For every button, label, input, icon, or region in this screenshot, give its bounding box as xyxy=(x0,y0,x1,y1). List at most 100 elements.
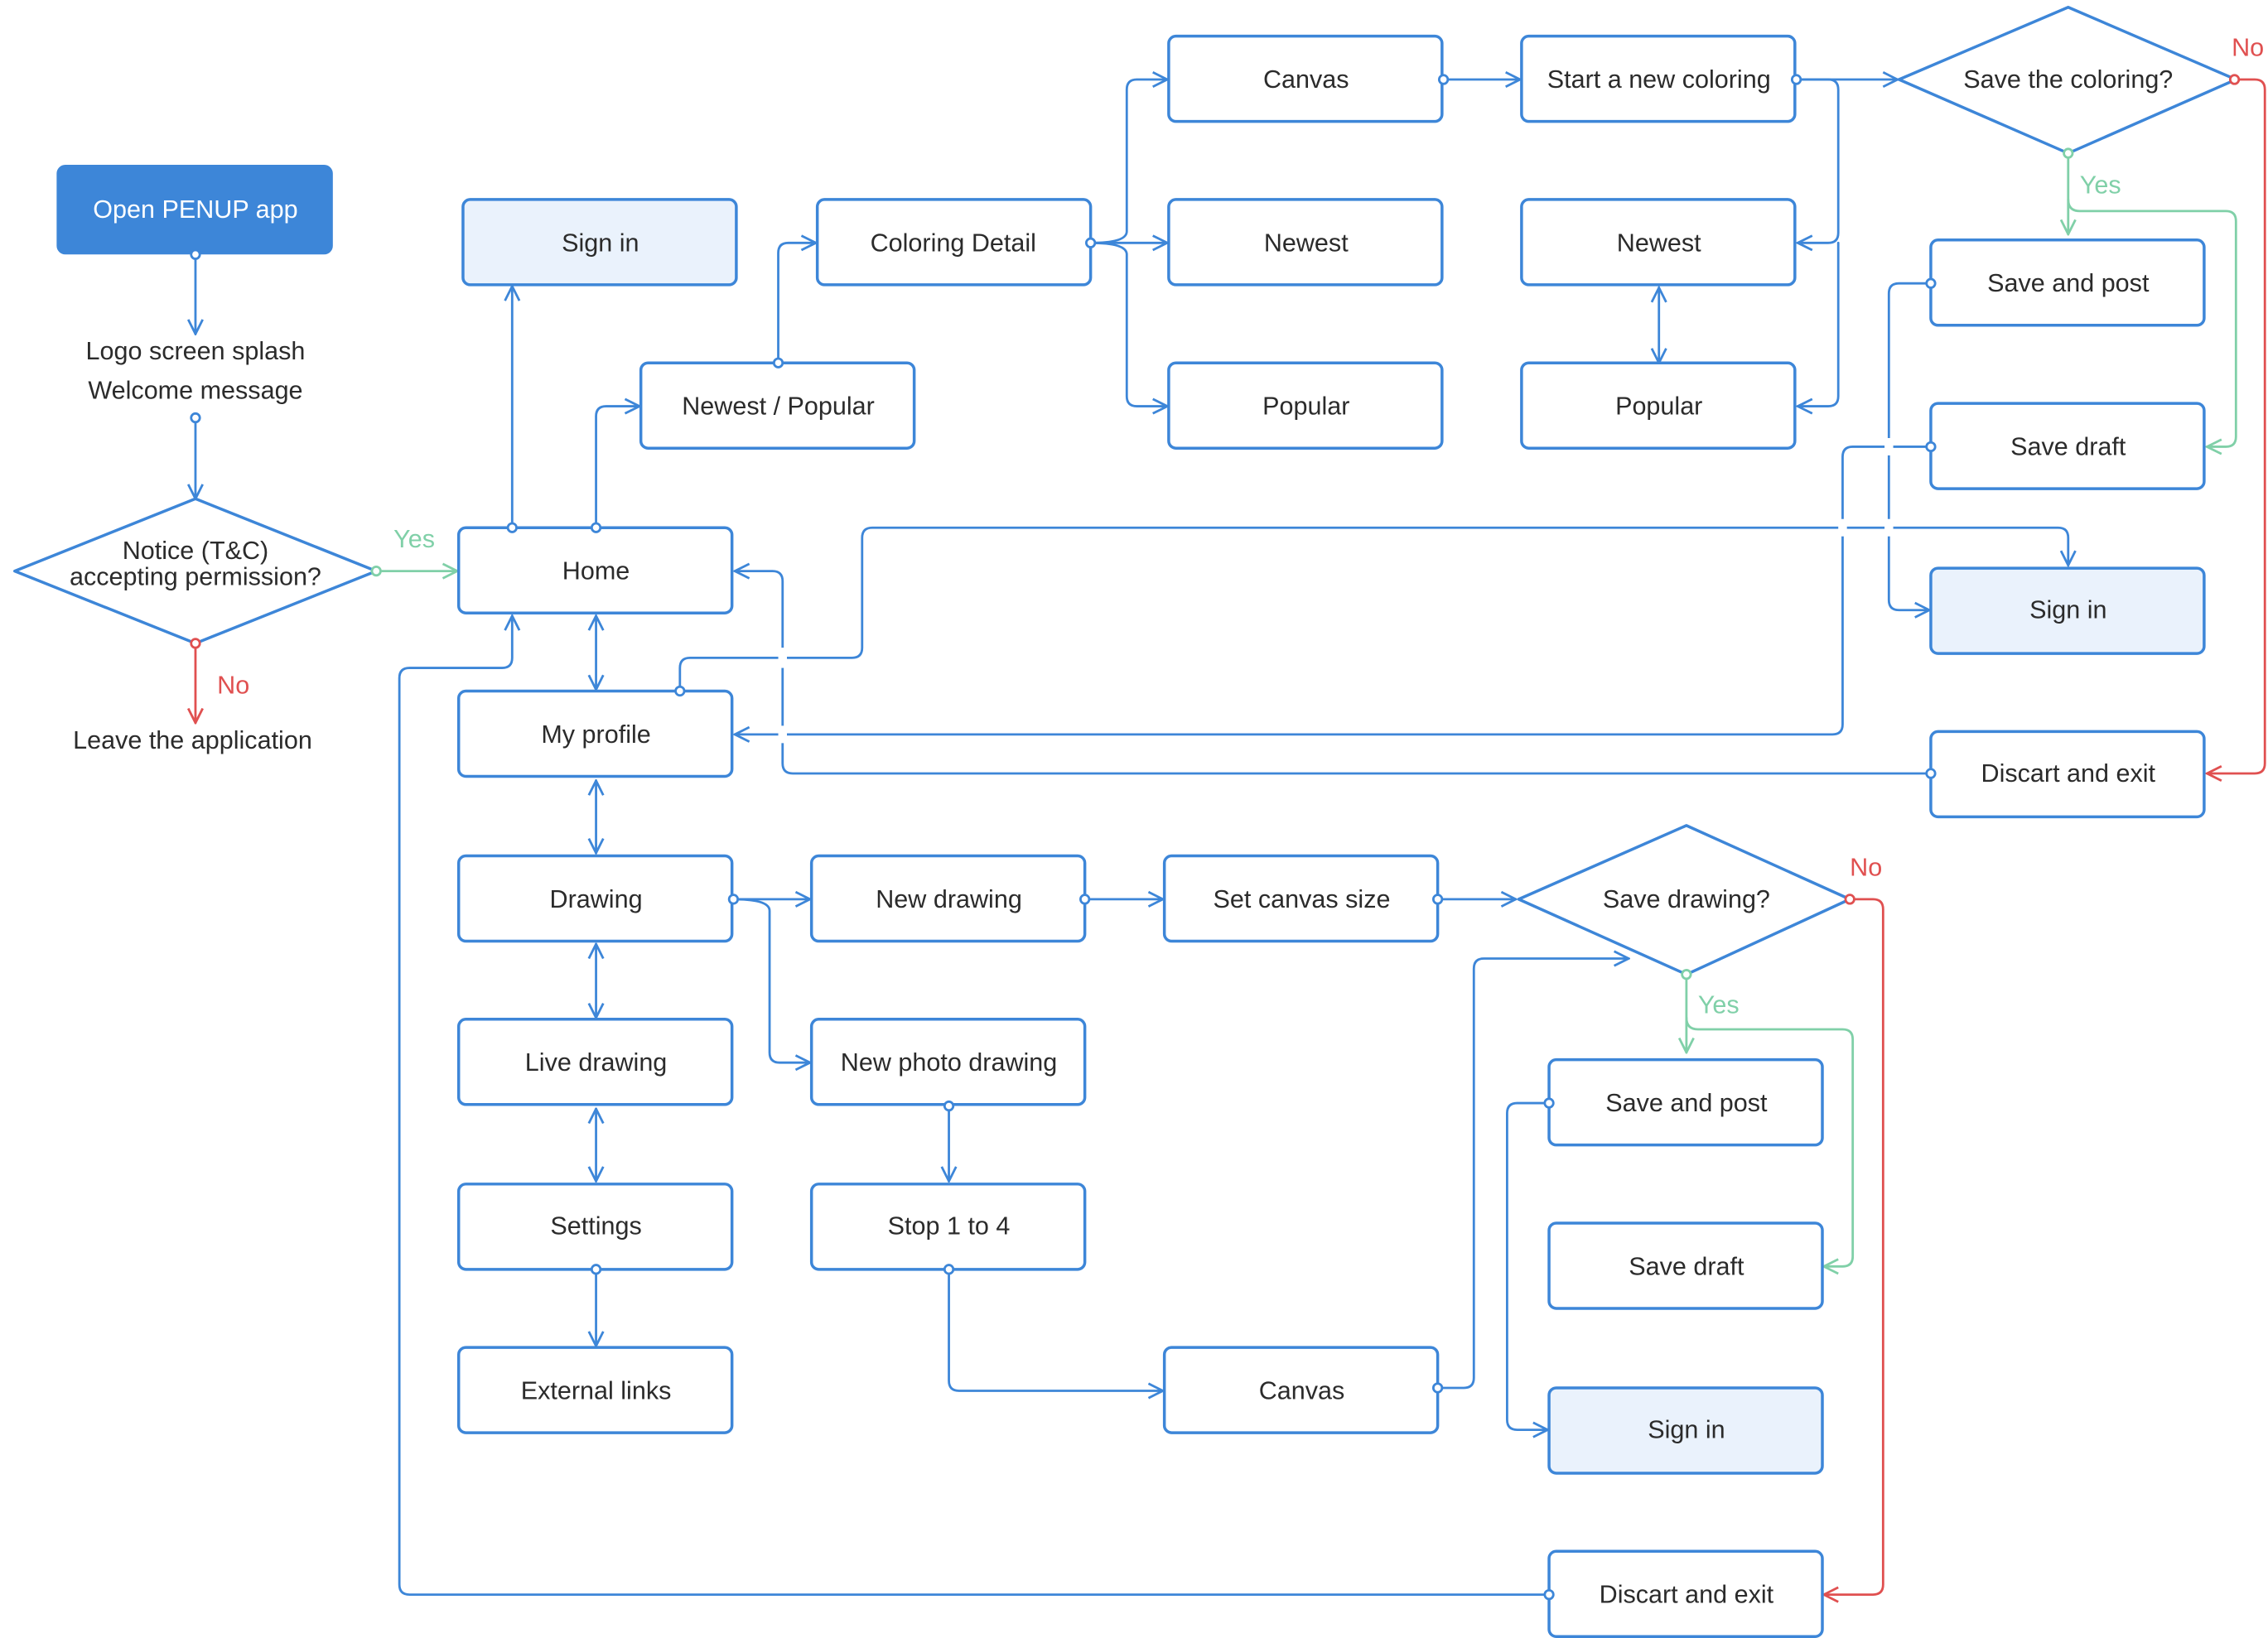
node-external-links[interactable]: External links xyxy=(456,1346,734,1434)
node-canvas-top[interactable]: Canvas xyxy=(1167,34,1444,123)
node-set-canvas-size[interactable]: Set canvas size xyxy=(1162,854,1440,943)
connector-dot xyxy=(772,357,784,369)
notice-line-1: Notice (T&C) xyxy=(123,537,269,565)
node-label: Popular xyxy=(1615,393,1702,421)
node-drawing[interactable]: Drawing xyxy=(456,854,734,943)
node-label: Save draft xyxy=(1629,1252,1744,1280)
node-label: Live drawing xyxy=(525,1048,667,1077)
decision-save-drawing[interactable]: Save drawing? xyxy=(1517,824,1851,976)
node-label: Home xyxy=(562,557,630,585)
connector-dot xyxy=(190,248,201,260)
label-notice-no: No xyxy=(217,672,249,700)
node-save-draft-top[interactable]: Save draft xyxy=(1929,402,2206,490)
line-hop xyxy=(778,648,788,668)
connector-dot xyxy=(190,638,201,649)
connector-dot xyxy=(1437,74,1450,85)
node-save-draft-bottom[interactable]: Save draft xyxy=(1547,1221,1824,1310)
line-hop xyxy=(1884,437,1894,455)
line-hop xyxy=(1838,518,1847,537)
connector-dot xyxy=(1790,74,1802,85)
penup-flow-diagram: Open PENUP app Logo screen splash Welcom… xyxy=(12,5,2266,1638)
node-discard-bottom[interactable]: Discart and exit xyxy=(1547,1549,1824,1638)
connector-dot xyxy=(1543,1097,1555,1109)
connector-dot xyxy=(943,1264,955,1275)
connector-dot xyxy=(1431,1382,1444,1394)
edge-coloring-detail-to-popular xyxy=(1089,241,1168,406)
connector-dot xyxy=(727,894,740,905)
edge-start-coloring-to-popular xyxy=(1798,241,1840,406)
connector-dot xyxy=(1925,768,1937,779)
connector-dot xyxy=(1079,894,1091,905)
node-label: Sign in xyxy=(562,229,639,257)
node-stop-1-to-4[interactable]: Stop 1 to 4 xyxy=(809,1183,1087,1271)
node-leave-app: Leave the application xyxy=(73,726,312,754)
node-label: Save and post xyxy=(1605,1089,1768,1117)
node-splash: Logo screen splash Welcome message xyxy=(86,337,306,404)
node-sign-in-right[interactable]: Sign in xyxy=(1929,566,2206,655)
line-hop xyxy=(1884,518,1894,537)
node-open-app[interactable]: Open PENUP app xyxy=(56,165,333,255)
node-popular-a[interactable]: Popular xyxy=(1167,361,1444,450)
edge-discard-top-to-home xyxy=(735,571,1933,775)
connector-dot xyxy=(370,565,382,577)
connector-dot xyxy=(590,522,602,533)
connector-dot xyxy=(1681,969,1692,980)
label-notice-yes: Yes xyxy=(393,525,435,553)
connector-dot xyxy=(506,522,518,533)
node-discard-top[interactable]: Discart and exit xyxy=(1929,730,2206,819)
node-settings[interactable]: Settings xyxy=(456,1183,734,1271)
node-label: Canvas xyxy=(1263,65,1349,94)
notice-line-2: accepting permission? xyxy=(70,563,321,591)
connector-dot xyxy=(1084,237,1097,248)
connector-dot xyxy=(943,1100,955,1112)
connector-dot xyxy=(1844,894,1855,905)
label-drawing-yes: Yes xyxy=(1698,990,1740,1019)
node-label: Save the coloring? xyxy=(1963,65,2173,94)
decision-notice[interactable]: Notice (T&C) accepting permission? xyxy=(12,497,378,645)
node-label: Newest / Popular xyxy=(682,393,875,421)
node-newest-b[interactable]: Newest xyxy=(1520,198,1797,287)
node-start-new-coloring[interactable]: Start a new coloring xyxy=(1520,34,1797,123)
edge-save-post-bottom-to-signin xyxy=(1506,1101,1551,1430)
splash-line-1: Logo screen splash xyxy=(86,337,306,365)
connector-dot xyxy=(2228,74,2241,85)
node-label: Save drawing? xyxy=(1603,885,1770,913)
node-live-drawing[interactable]: Live drawing xyxy=(456,1018,734,1106)
node-newest-popular[interactable]: Newest / Popular xyxy=(639,361,916,450)
node-save-post-bottom[interactable]: Save and post xyxy=(1547,1057,1824,1147)
node-home[interactable]: Home xyxy=(456,526,734,614)
node-label: Settings xyxy=(550,1212,641,1240)
edge-canvas-to-save-q xyxy=(1436,958,1629,1390)
splash-line-2: Welcome message xyxy=(88,376,302,404)
node-label: Sign in xyxy=(2029,596,2106,624)
node-label: Drawing xyxy=(550,885,643,913)
node-new-photo-drawing[interactable]: New photo drawing xyxy=(809,1018,1087,1106)
label-coloring-no: No xyxy=(2232,34,2264,62)
node-sign-in-top[interactable]: Sign in xyxy=(461,198,738,287)
line-hop xyxy=(778,725,788,744)
edge-my-profile-to-signin xyxy=(678,526,2068,692)
node-label: Discart and exit xyxy=(1600,1581,1774,1609)
node-coloring-detail[interactable]: Coloring Detail xyxy=(815,198,1093,287)
node-newest-a[interactable]: Newest xyxy=(1167,198,1444,287)
node-my-profile[interactable]: My profile xyxy=(456,689,734,778)
node-label: Newest xyxy=(1617,229,1701,257)
edge-drawing-to-new-photo xyxy=(732,898,810,1062)
node-new-drawing[interactable]: New drawing xyxy=(809,854,1087,943)
node-save-post-top[interactable]: Save and post xyxy=(1929,238,2206,327)
node-canvas-bottom[interactable]: Canvas xyxy=(1162,1346,1440,1434)
node-label: Save draft xyxy=(2010,432,2126,460)
node-label: Sign in xyxy=(1648,1416,1725,1444)
node-label: Coloring Detail xyxy=(871,229,1036,257)
connector-dot xyxy=(590,1264,602,1275)
node-label: Set canvas size xyxy=(1214,885,1391,913)
node-sign-in-bottom[interactable]: Sign in xyxy=(1547,1386,1824,1475)
connector-dot xyxy=(674,685,686,697)
edge-coloring-detail-to-canvas xyxy=(1089,79,1168,244)
decision-save-coloring[interactable]: Save the coloring? xyxy=(1897,5,2238,155)
label-coloring-yes: Yes xyxy=(2080,171,2121,199)
node-popular-b[interactable]: Popular xyxy=(1520,361,1797,450)
label-drawing-no: No xyxy=(1850,853,1882,881)
node-label: Start a new coloring xyxy=(1547,65,1771,94)
edge-save-draft-to-my-profile xyxy=(735,446,1933,734)
